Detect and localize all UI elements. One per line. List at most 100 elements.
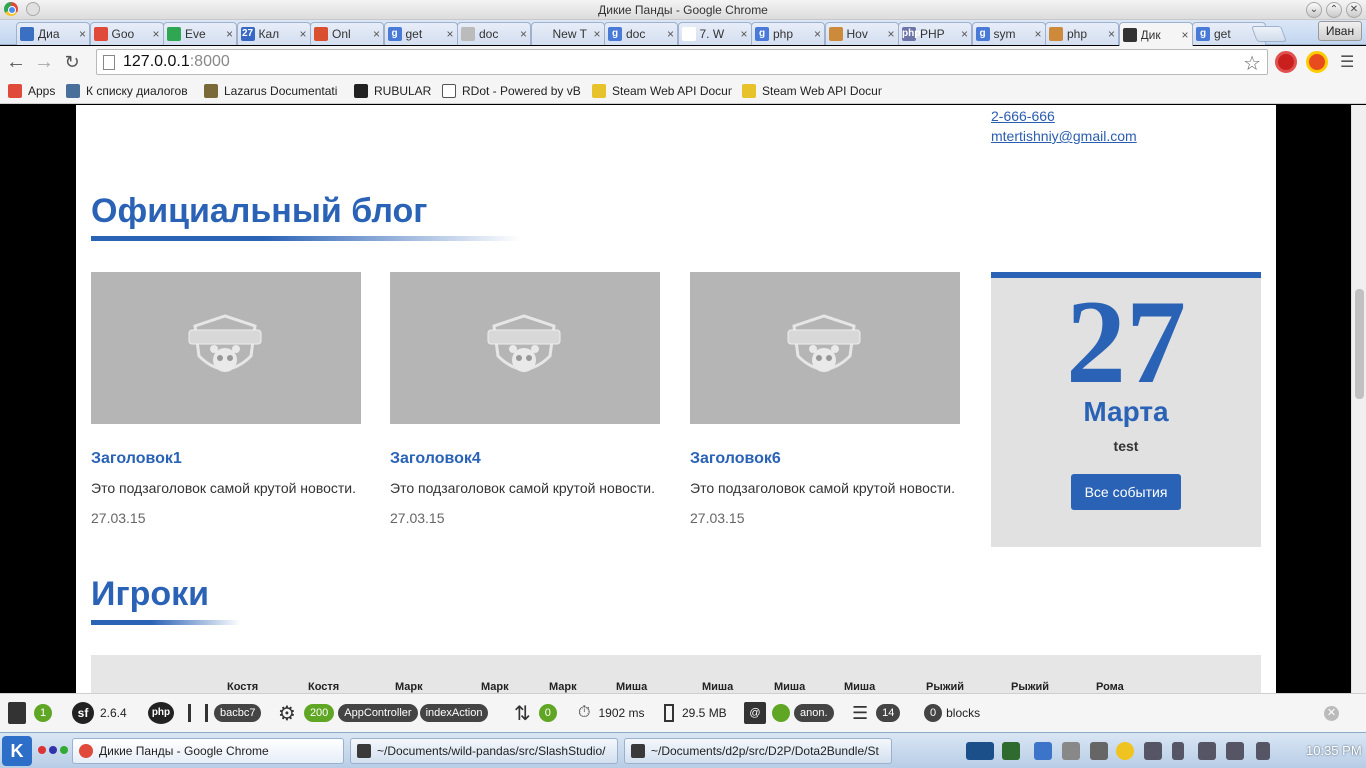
reload-icon[interactable]: ↻: [58, 48, 86, 76]
tab[interactable]: Eve ×: [163, 22, 237, 45]
printer-icon[interactable]: [1062, 742, 1080, 760]
extension-icon[interactable]: [1306, 51, 1328, 73]
chrome-menu-icon[interactable]: ☰: [1340, 52, 1354, 72]
bookmark-item[interactable]: Apps: [8, 82, 58, 100]
wifi-icon[interactable]: [1226, 742, 1244, 760]
tab[interactable]: doc ×: [457, 22, 531, 45]
bookmark-item[interactable]: Lazarus Documentati: [204, 82, 344, 100]
desktop-pager-icon[interactable]: [966, 742, 994, 760]
scissors-icon[interactable]: [1090, 742, 1108, 760]
tab-close-icon[interactable]: ×: [79, 27, 86, 41]
kde-menu-icon[interactable]: K: [2, 736, 32, 766]
player-name[interactable]: Миша: [844, 681, 875, 693]
tab[interactable]: g php ×: [751, 22, 825, 45]
tab-close-icon[interactable]: ×: [520, 27, 527, 41]
minimize-icon[interactable]: ⌄: [1306, 2, 1322, 18]
tab[interactable]: php PHP ×: [898, 22, 972, 45]
tab-close-icon[interactable]: ×: [667, 27, 674, 41]
sf-security[interactable]: @ anon.: [744, 702, 834, 724]
player-name[interactable]: Рома: [1096, 681, 1124, 693]
sf-ajax[interactable]: ⇅ 0: [514, 702, 557, 725]
tab[interactable]: Hov ×: [824, 22, 899, 45]
blog-card-image[interactable]: [690, 272, 960, 424]
player-name[interactable]: Рыжий: [1011, 681, 1049, 693]
taskbar-task[interactable]: Дикие Панды - Google Chrome: [72, 738, 344, 764]
sf-request-status[interactable]: ⚙ 200 AppController indexAction: [278, 702, 489, 725]
scrollbar-thumb[interactable]: [1355, 289, 1364, 399]
tab-close-icon[interactable]: ×: [373, 27, 380, 41]
close-window-icon[interactable]: ✕: [1346, 2, 1362, 18]
sf-version[interactable]: sf 2.6.4: [72, 702, 127, 724]
blog-card-image[interactable]: [91, 272, 361, 424]
bookmark-item[interactable]: RDot - Powered by vB: [442, 82, 582, 100]
sf-php[interactable]: php: [148, 702, 180, 724]
tab-close-icon[interactable]: ×: [1108, 27, 1115, 41]
tab[interactable]: New T ×: [530, 22, 605, 45]
forward-arrow-icon[interactable]: →: [30, 48, 58, 76]
bookmark-item[interactable]: К списку диалогов: [66, 82, 194, 100]
tab-close-icon[interactable]: ×: [740, 27, 747, 41]
profile-button[interactable]: Иван: [1318, 21, 1362, 41]
network-manager-icon[interactable]: [1034, 742, 1052, 760]
tab-close-icon[interactable]: ×: [1034, 27, 1041, 41]
player-name[interactable]: Миша: [702, 681, 733, 693]
tab[interactable]: g sym ×: [971, 22, 1046, 45]
adblock-extension-icon[interactable]: [1275, 51, 1297, 73]
contact-email-link[interactable]: mtertishniy@gmail.com: [991, 128, 1137, 144]
tab-close-icon[interactable]: ×: [1181, 28, 1188, 42]
sf-memory[interactable]: 29.5 MB: [664, 702, 727, 724]
tab-close-icon[interactable]: ×: [961, 27, 968, 41]
terminal-tray-icon[interactable]: [1002, 742, 1020, 760]
taskbar-task[interactable]: ~/Documents/d2p/src/D2P/Dota2Bundle/St: [624, 738, 892, 764]
player-name[interactable]: Миша: [616, 681, 647, 693]
tab-close-icon[interactable]: ×: [226, 27, 233, 41]
battery-icon[interactable]: [1172, 742, 1184, 760]
tab[interactable]: Goo ×: [89, 22, 164, 45]
sf-requests[interactable]: 1: [8, 702, 53, 724]
bookmark-item[interactable]: Steam Web API Docum: [742, 82, 882, 100]
bulb-icon[interactable]: [1116, 742, 1134, 760]
tab-close-icon[interactable]: ×: [887, 27, 894, 41]
maximize-icon[interactable]: ⌃: [1326, 2, 1342, 18]
tab[interactable]: g doc ×: [604, 22, 678, 45]
blog-card-title[interactable]: Заголовок1: [91, 450, 361, 468]
tab[interactable]: gget ×: [383, 22, 458, 45]
sf-db[interactable]: ☰ 14: [852, 702, 901, 724]
tab-close-icon[interactable]: ×: [814, 27, 821, 41]
contact-phone-link[interactable]: 2-666-666: [991, 108, 1055, 124]
tab[interactable]: php ×: [1045, 22, 1119, 45]
sf-blocks[interactable]: 0 blocks: [924, 702, 980, 724]
tab[interactable]: Дик ×: [1118, 22, 1193, 46]
player-name[interactable]: Костя: [308, 681, 339, 693]
blog-card-title[interactable]: Заголовок6: [690, 450, 960, 468]
new-tab-button[interactable]: [1251, 26, 1287, 42]
tray-expand-icon[interactable]: [1256, 742, 1270, 760]
taskbar-task[interactable]: ~/Documents/wild-pandas/src/SlashStudio/: [350, 738, 618, 764]
activity-dots-icon[interactable]: [38, 746, 68, 754]
all-events-button[interactable]: Все события: [1070, 474, 1182, 510]
tab[interactable]: 7. W ×: [677, 22, 752, 45]
player-name[interactable]: Рыжий: [926, 681, 964, 693]
player-name[interactable]: Марк: [481, 681, 509, 693]
close-debug-toolbar-icon[interactable]: ✕: [1324, 706, 1339, 721]
tab[interactable]: Onl ×: [310, 22, 384, 45]
back-arrow-icon[interactable]: ←: [2, 48, 30, 76]
blog-card-image[interactable]: [390, 272, 660, 424]
player-name[interactable]: Марк: [549, 681, 577, 693]
sf-token[interactable]: bacbc7: [188, 702, 262, 724]
tab-close-icon[interactable]: ×: [446, 27, 453, 41]
sf-timer[interactable]: ⏱ 1902 ms: [578, 702, 645, 724]
tab-close-icon[interactable]: ×: [299, 27, 306, 41]
bluetooth-icon[interactable]: [1144, 742, 1162, 760]
tab[interactable]: 27 Кал ×: [236, 22, 311, 45]
bookmark-item[interactable]: Steam Web API Docum: [592, 82, 732, 100]
bookmark-star-icon[interactable]: ☆: [1243, 51, 1261, 76]
clock[interactable]: 10:35 PM: [1306, 743, 1362, 758]
volume-icon[interactable]: [1198, 742, 1216, 760]
player-name[interactable]: Марк: [395, 681, 423, 693]
address-bar[interactable]: 127.0.0.1:8000 ☆: [96, 49, 1268, 75]
page-scrollbar[interactable]: [1351, 105, 1366, 693]
tab-close-icon[interactable]: ×: [593, 27, 600, 41]
tab[interactable]: Диа ×: [16, 22, 90, 45]
blog-card-title[interactable]: Заголовок4: [390, 450, 660, 468]
